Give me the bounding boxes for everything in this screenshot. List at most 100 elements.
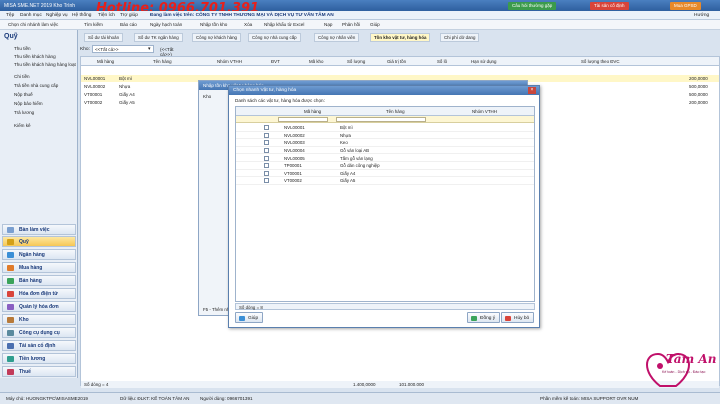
- module-fixed-assets[interactable]: Tài sản cố định: [2, 340, 76, 351]
- asset-button[interactable]: Tài sản cố định: [590, 2, 629, 10]
- col-unit[interactable]: ĐVT: [271, 59, 280, 64]
- sidebar-item-thu-tien[interactable]: Thu tiền: [14, 46, 31, 51]
- module-sales[interactable]: Bán hàng: [2, 275, 76, 286]
- row-checkbox[interactable]: [264, 155, 269, 161]
- cart-icon: [7, 265, 14, 271]
- module-purchase[interactable]: Mua hàng: [2, 262, 76, 273]
- dialog-cancel-button[interactable]: Hủy bỏ: [501, 312, 535, 323]
- close-icon[interactable]: ×: [528, 87, 536, 94]
- dialog-row-count: Số dòng = 8: [235, 303, 535, 310]
- menu-operations[interactable]: Nghiệp vụ: [46, 13, 68, 18]
- import-excel-button[interactable]: Nhập khẩu từ Excel: [264, 22, 304, 27]
- search-button[interactable]: Tìm kiếm: [84, 22, 103, 27]
- faq-button[interactable]: Câu hỏi thường gặp: [508, 2, 557, 10]
- delete-button[interactable]: Xóa: [244, 22, 252, 27]
- dialog-ok-button[interactable]: Đồng ý: [467, 312, 501, 323]
- col-name[interactable]: Tên hàng: [386, 109, 405, 114]
- load-button[interactable]: Nạp: [324, 22, 332, 27]
- list-item[interactable]: NVL00004 Gỗ ván loại AB: [236, 147, 534, 155]
- row-checkbox[interactable]: [264, 140, 269, 146]
- col-value[interactable]: Giá trị tồn: [387, 59, 406, 64]
- tab-account-balance[interactable]: Sổ dư tài khoản: [84, 33, 124, 42]
- help-button[interactable]: Giúp: [370, 22, 380, 27]
- menu-help[interactable]: Trợ giúp: [120, 13, 138, 18]
- warehouse-select[interactable]: <<Tất cả>>: [92, 45, 154, 53]
- tab-bank-balance[interactable]: Số dư TK ngân hàng: [134, 33, 183, 42]
- tax-icon: [7, 369, 14, 375]
- module-cash[interactable]: Quỹ: [2, 236, 76, 247]
- row-checkbox[interactable]: [264, 170, 269, 176]
- cell-name: Gỗ ván loại AB: [340, 147, 370, 153]
- menu-catalog[interactable]: Danh mục: [20, 13, 42, 18]
- cell-qty: 200,0000: [689, 100, 708, 105]
- filter-row[interactable]: [236, 116, 534, 123]
- menu-system[interactable]: Hệ thống: [72, 13, 91, 18]
- col-qty[interactable]: Số lượng: [347, 59, 365, 64]
- tab-inventory[interactable]: Tồn kho vật tư, hàng hóa: [370, 33, 431, 42]
- choose-branch-button[interactable]: Chọn chi nhánh làm việc: [8, 22, 58, 27]
- tab-employee-debt[interactable]: Công nợ nhân viên: [314, 33, 360, 42]
- col-warehouse[interactable]: Mã kho: [309, 59, 323, 64]
- tab-supplier-debt[interactable]: Công nợ nhà cung cấp: [248, 33, 301, 42]
- col-expiry[interactable]: Hạn sử dụng: [471, 59, 496, 64]
- posting-date-button[interactable]: Ngày hạch toán: [150, 22, 182, 27]
- dialog-help-button[interactable]: Giúp: [235, 312, 264, 323]
- module-salary[interactable]: Tiền lương: [2, 353, 76, 364]
- button-label: Giúp: [248, 316, 259, 321]
- filter-code-input[interactable]: [278, 117, 328, 122]
- gpsd-button[interactable]: Mua GPSD: [670, 2, 701, 10]
- user-menu[interactable]: Hướng: [694, 13, 709, 18]
- list-item[interactable]: NVL00001 Bột mì: [236, 124, 534, 132]
- module-einvoice[interactable]: Hóa đơn điện tử: [2, 288, 76, 299]
- feedback-button[interactable]: Phản hồi: [342, 22, 360, 27]
- sidebar-item-tra-tien-ncc[interactable]: Trả tiền nhà cung cấp: [14, 83, 58, 88]
- row-checkbox[interactable]: [264, 178, 269, 184]
- grid-footer: Số dòng = 4 1.400,0000 101.000.000: [81, 381, 719, 388]
- list-item[interactable]: VT00001 Giấy A4: [236, 170, 534, 178]
- cell-name: Gỗ dán công nghiệp: [340, 163, 380, 169]
- col-group[interactable]: Nhóm VTHH: [472, 109, 497, 114]
- import-stock-button[interactable]: Nhập tồn kho: [200, 22, 227, 27]
- row-checkbox[interactable]: [264, 125, 269, 131]
- col-code[interactable]: Mã hàng: [97, 59, 114, 64]
- row-checkbox[interactable]: [264, 147, 269, 153]
- sidebar-item-tra-luong[interactable]: Trả lương: [14, 110, 34, 115]
- module-invoice-mgmt[interactable]: Quản lý hóa đơn: [2, 301, 76, 312]
- row-checkbox[interactable]: [264, 132, 269, 138]
- sidebar-item-chi-tien[interactable]: Chi tiền: [14, 74, 30, 79]
- button-label: Đồng ý: [480, 316, 496, 321]
- tab-customer-debt[interactable]: Công nợ khách hàng: [192, 33, 241, 42]
- module-tax[interactable]: Thuế: [2, 366, 76, 377]
- sidebar-item-thu-tien-kh-loat[interactable]: Thu tiền khách hàng hàng loạt: [14, 62, 76, 67]
- sidebar-item-nop-thue[interactable]: Nộp thuế: [14, 92, 33, 97]
- list-item[interactable]: NVL00002 Nhựa: [236, 132, 534, 140]
- report-button[interactable]: Báo cáo: [120, 22, 137, 27]
- sidebar: Quỹ Thu tiền Thu tiền khách hàng Thu tiề…: [0, 30, 78, 378]
- col-group[interactable]: Nhóm VTHH: [217, 59, 242, 64]
- module-label: Tài sản cố định: [19, 343, 56, 349]
- module-bank[interactable]: Ngân hàng: [2, 249, 76, 260]
- menu-utilities[interactable]: Tiện ích: [98, 13, 115, 18]
- module-desk[interactable]: Bàn làm việc: [2, 224, 76, 235]
- module-warehouse[interactable]: Kho: [2, 314, 76, 325]
- list-item[interactable]: NVL00005 Tấm gỗ ván lạng: [236, 154, 534, 162]
- filter-name-input[interactable]: [336, 117, 426, 122]
- sidebar-item-kiem-ke[interactable]: Kiểm kê: [14, 123, 31, 128]
- col-code[interactable]: Mã hàng: [304, 109, 321, 114]
- menu-file[interactable]: Tệp: [6, 13, 14, 18]
- cell-qty: 500,0000: [689, 92, 708, 97]
- tab-wip-cost[interactable]: Chi phí dở dang: [440, 33, 480, 42]
- chevron-down-icon[interactable]: ▾: [148, 46, 151, 52]
- col-qty-alt[interactable]: Số lượng theo ĐVC: [581, 59, 620, 64]
- sidebar-item-thu-tien-kh[interactable]: Thu tiền khách hàng: [14, 54, 56, 59]
- check-icon: [471, 316, 477, 321]
- list-item[interactable]: VT00002 Giấy A5: [236, 177, 534, 185]
- list-item[interactable]: NVL00003 Keo: [236, 139, 534, 147]
- col-lot[interactable]: Số lô: [437, 59, 447, 64]
- sidebar-item-nop-bao-hiem[interactable]: Nộp bảo hiểm: [14, 101, 43, 106]
- list-item[interactable]: TP00001 Gỗ dán công nghiệp: [236, 162, 534, 170]
- total-qty: 1.400,0000: [353, 382, 376, 387]
- row-checkbox[interactable]: [264, 163, 269, 169]
- col-name[interactable]: Tên hàng: [153, 59, 172, 64]
- module-tools[interactable]: Công cụ dụng cụ: [2, 327, 76, 338]
